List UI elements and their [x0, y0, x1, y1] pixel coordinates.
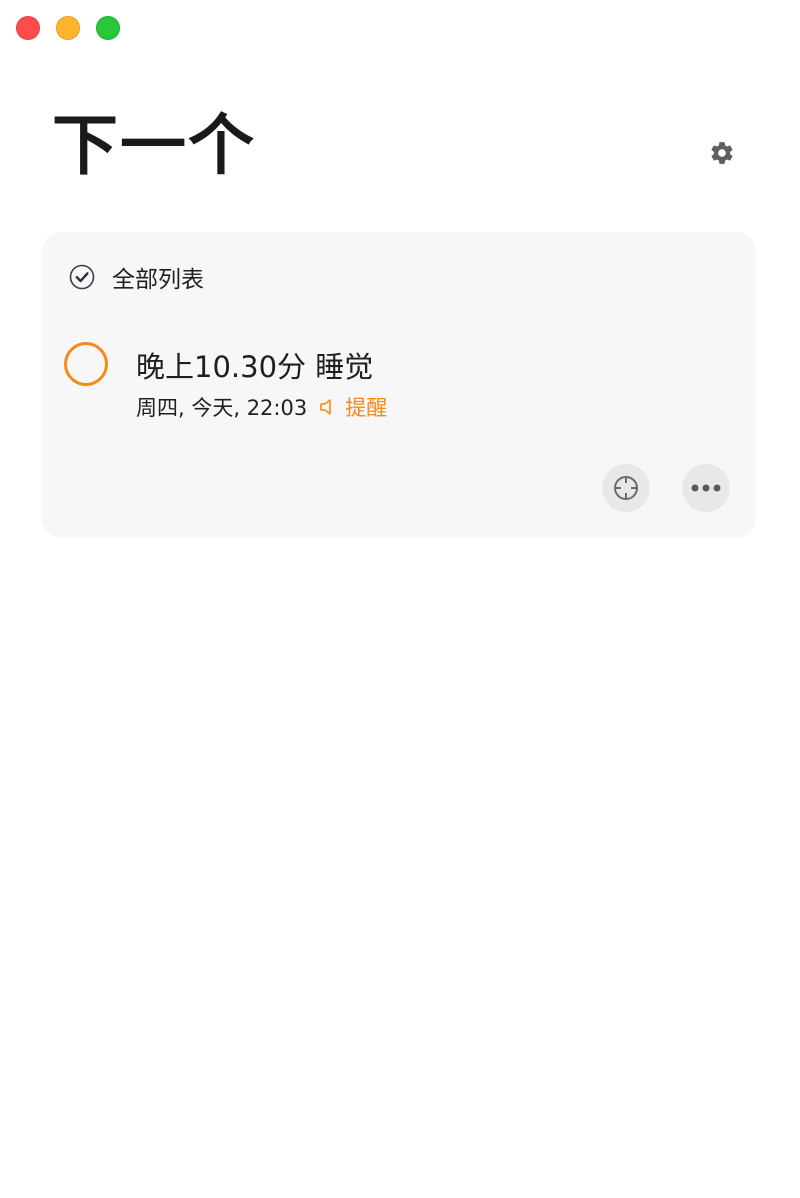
page-title: 下一个 — [52, 107, 256, 184]
task-meta: 周四, 今天, 22:03 提醒 — [136, 392, 387, 422]
maximize-window-button[interactable] — [96, 16, 120, 40]
crosshair-icon — [614, 476, 638, 500]
more-options-button[interactable] — [682, 464, 730, 512]
close-window-button[interactable] — [16, 16, 40, 40]
focus-button[interactable] — [602, 464, 650, 512]
check-circle-icon — [68, 263, 96, 291]
task-item[interactable]: 晚上10.30分 睡觉 周四, 今天, 22:03 提醒 — [64, 340, 734, 420]
app-window: 下一个 全部列表 晚上10.30分 睡觉 周四, 今天, 22:03 提醒 — [0, 0, 800, 1198]
task-complete-checkbox[interactable] — [64, 342, 108, 386]
task-date: 周四, 今天, 22:03 — [136, 396, 308, 420]
window-controls — [16, 16, 120, 40]
minimize-window-button[interactable] — [56, 16, 80, 40]
list-header-label: 全部列表 — [112, 267, 204, 293]
speaker-icon — [319, 398, 335, 416]
gear-icon — [711, 142, 733, 164]
settings-button[interactable] — [706, 137, 738, 169]
list-header[interactable]: 全部列表 — [68, 260, 204, 294]
reminder-label[interactable]: 提醒 — [345, 392, 387, 422]
task-title: 晚上10.30分 睡觉 — [136, 350, 374, 384]
ellipsis-icon — [691, 484, 721, 492]
task-list-card: 全部列表 晚上10.30分 睡觉 周四, 今天, 22:03 提醒 — [42, 232, 756, 538]
